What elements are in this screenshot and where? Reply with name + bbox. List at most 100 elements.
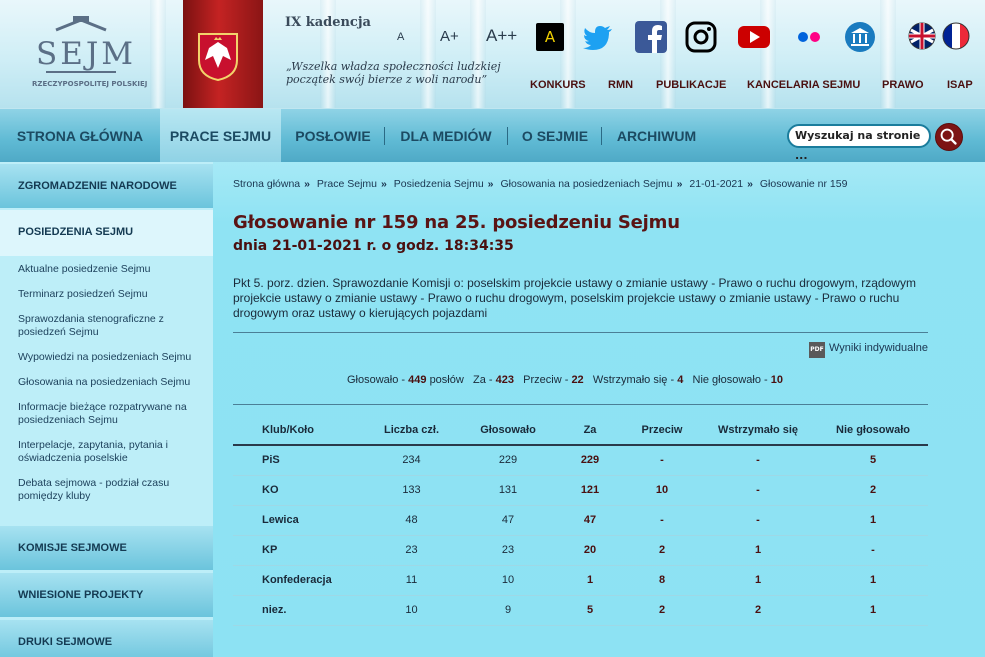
breadcrumb: Strona główna» Prace Sejmu» Posiedzenia … bbox=[233, 178, 848, 190]
menu-item-o-sejmie[interactable]: O SEJMIE bbox=[509, 109, 601, 163]
breadcrumb-current: Głosowanie nr 159 bbox=[759, 178, 848, 190]
sidebar-section-wniesione[interactable]: WNIESIONE PROJEKTY bbox=[0, 573, 213, 617]
sidebar-item-aktualne[interactable]: Aktualne posiedzenie Sejmu bbox=[18, 263, 204, 276]
table-cell: 9 bbox=[462, 595, 554, 626]
table-cell: 2 bbox=[626, 535, 698, 566]
table-row: Konfederacja 11 10 1 8 1 1 bbox=[233, 565, 928, 596]
sidebar-section-druki[interactable]: DRUKI SEJMOWE bbox=[0, 620, 213, 657]
breadcrumb-glosowania[interactable]: Głosowania na posiedzeniach Sejmu bbox=[500, 178, 672, 190]
col-nie[interactable]: Nie głosowało bbox=[818, 416, 928, 446]
table-cell: 5 bbox=[818, 445, 928, 476]
search-input[interactable]: Wyszukaj na stronie ... bbox=[787, 124, 931, 162]
font-size-normal-button[interactable]: A bbox=[397, 31, 404, 43]
breadcrumb-date[interactable]: 21-01-2021 bbox=[689, 178, 743, 190]
vote-description: Pkt 5. porz. dzien. Sprawozdanie Komisji… bbox=[233, 276, 916, 320]
header-column bbox=[420, 0, 436, 108]
summary-przeciw: 22 bbox=[571, 374, 584, 386]
twitter-icon[interactable] bbox=[582, 20, 616, 54]
results-table: Klub/Koło Liczba czł. Głosowało Za Przec… bbox=[233, 416, 928, 626]
header-column bbox=[760, 0, 776, 108]
breadcrumb-posiedzenia[interactable]: Posiedzenia Sejmu bbox=[394, 178, 484, 190]
club-name-cell[interactable]: Konfederacja bbox=[233, 565, 361, 596]
breadcrumb-home[interactable]: Strona główna bbox=[233, 178, 300, 190]
menu-separator bbox=[384, 127, 385, 145]
menu-separator bbox=[507, 127, 508, 145]
menu-item-dla-mediow[interactable]: DLA MEDIÓW bbox=[386, 109, 506, 163]
sidebar-section-zgromadzenie[interactable]: ZGROMADZENIE NARODOWE bbox=[0, 164, 213, 208]
nav-link-rmn[interactable]: RMN bbox=[608, 79, 633, 91]
club-name-cell[interactable]: Lewica bbox=[233, 505, 361, 536]
nav-link-kancelaria[interactable]: KANCELARIA SEJMU bbox=[747, 79, 860, 91]
nav-link-konkurs[interactable]: KONKURS bbox=[530, 79, 586, 91]
flickr-icon[interactable] bbox=[792, 20, 826, 54]
summary-nie: 10 bbox=[770, 374, 784, 386]
sidebar-item-glosowania[interactable]: Głosowania na posiedzeniach Sejmu bbox=[18, 376, 204, 389]
breadcrumb-prace[interactable]: Prace Sejmu bbox=[317, 178, 377, 190]
summary-za-label: Za - bbox=[472, 374, 493, 386]
table-row: KP 23 23 20 2 1- bbox=[233, 535, 928, 566]
header-column bbox=[660, 0, 676, 108]
table-cell: - bbox=[626, 505, 698, 536]
menu-item-archiwum[interactable]: ARCHIWUM bbox=[603, 109, 710, 163]
col-liczba[interactable]: Liczba czł. bbox=[361, 416, 462, 446]
menu-item-strona-glowna[interactable]: STRONA GŁÓWNA bbox=[0, 109, 160, 163]
menu-item-poslowie[interactable]: POSŁOWIE bbox=[283, 109, 383, 163]
table-cell: 1 bbox=[698, 565, 818, 596]
font-size-largest-button[interactable]: A++ bbox=[486, 26, 517, 46]
table-cell: 121 bbox=[554, 475, 626, 506]
individual-results-link[interactable]: Wyniki indywidualne bbox=[829, 342, 928, 354]
table-cell: 131 bbox=[462, 475, 554, 506]
col-glosowalo[interactable]: Głosowało bbox=[462, 416, 554, 446]
search-icon[interactable] bbox=[935, 123, 963, 151]
sidebar-item-wypowiedzi[interactable]: Wypowiedzi na posiedzeniach Sejmu bbox=[18, 351, 204, 364]
col-klub[interactable]: Klub/Koło bbox=[233, 416, 361, 446]
sidebar-section-posiedzenia[interactable]: POSIEDZENIA SEJMU bbox=[0, 210, 213, 256]
club-name-cell[interactable]: KO bbox=[233, 475, 361, 506]
table-cell: 133 bbox=[361, 475, 462, 506]
institution-icon[interactable] bbox=[843, 20, 877, 54]
nav-link-isap[interactable]: ISAP bbox=[947, 79, 973, 91]
summary-za: 423 bbox=[495, 374, 514, 386]
table-cell: 2 bbox=[698, 595, 818, 626]
instagram-icon[interactable] bbox=[684, 20, 718, 54]
contrast-button[interactable]: A bbox=[536, 23, 564, 51]
table-cell: 47 bbox=[554, 505, 626, 536]
table-cell: 1 bbox=[818, 595, 928, 626]
nav-link-publikacje[interactable]: PUBLIKACJE bbox=[656, 79, 726, 91]
table-cell: - bbox=[698, 505, 818, 536]
table-cell: - bbox=[818, 535, 928, 566]
french-language-icon[interactable] bbox=[942, 22, 970, 50]
header-column bbox=[470, 0, 486, 108]
table-cell: 10 bbox=[361, 595, 462, 626]
sidebar-item-debata[interactable]: Debata sejmowa - podział czasu pomiędzy … bbox=[18, 477, 204, 503]
sidebar-item-sprawozdania[interactable]: Sprawozdania stenograficzne z posiedzeń … bbox=[18, 313, 204, 339]
pdf-icon[interactable]: PDF bbox=[809, 342, 825, 358]
sidebar-item-terminarz[interactable]: Terminarz posiedzeń Sejmu bbox=[18, 288, 204, 301]
header bbox=[0, 0, 985, 108]
youtube-icon[interactable] bbox=[737, 20, 771, 54]
col-za[interactable]: Za bbox=[554, 416, 626, 446]
table-cell: 23 bbox=[462, 535, 554, 566]
font-size-larger-button[interactable]: A+ bbox=[440, 28, 459, 45]
table-cell: 2 bbox=[818, 475, 928, 506]
summary-glosowalo-label: Głosowało - bbox=[347, 374, 406, 386]
club-name-cell[interactable]: PiS bbox=[233, 445, 361, 476]
table-cell: 47 bbox=[462, 505, 554, 536]
sidebar-item-informacje[interactable]: Informacje bieżące rozpatrywane na posie… bbox=[18, 401, 204, 427]
club-name-cell[interactable]: niez. bbox=[233, 595, 361, 626]
english-language-icon[interactable] bbox=[908, 22, 936, 50]
club-name-cell[interactable]: KP bbox=[233, 535, 361, 566]
table-cell: 234 bbox=[361, 445, 462, 476]
col-przeciw[interactable]: Przeciw bbox=[626, 416, 698, 446]
sidebar-item-interpelacje[interactable]: Interpelacje, zapytania, pytania i oświa… bbox=[18, 439, 204, 465]
summary-wstrzymalo: 4 bbox=[677, 374, 684, 386]
header-column bbox=[150, 0, 166, 108]
facebook-icon[interactable] bbox=[634, 20, 668, 54]
menu-item-prace-sejmu[interactable]: PRACE SEJMU bbox=[160, 109, 281, 163]
col-wstrzymalo[interactable]: Wstrzymało się bbox=[698, 416, 818, 446]
table-row: Lewica 48 47 47- -1 bbox=[233, 505, 928, 536]
nav-link-prawo[interactable]: PRAWO bbox=[882, 79, 924, 91]
table-cell: 2 bbox=[626, 595, 698, 626]
sidebar-section-komisje[interactable]: KOMISJE SEJMOWE bbox=[0, 526, 213, 570]
vote-summary: Głosowało - 449 posłów Za - 423 Przeciw … bbox=[347, 374, 783, 386]
